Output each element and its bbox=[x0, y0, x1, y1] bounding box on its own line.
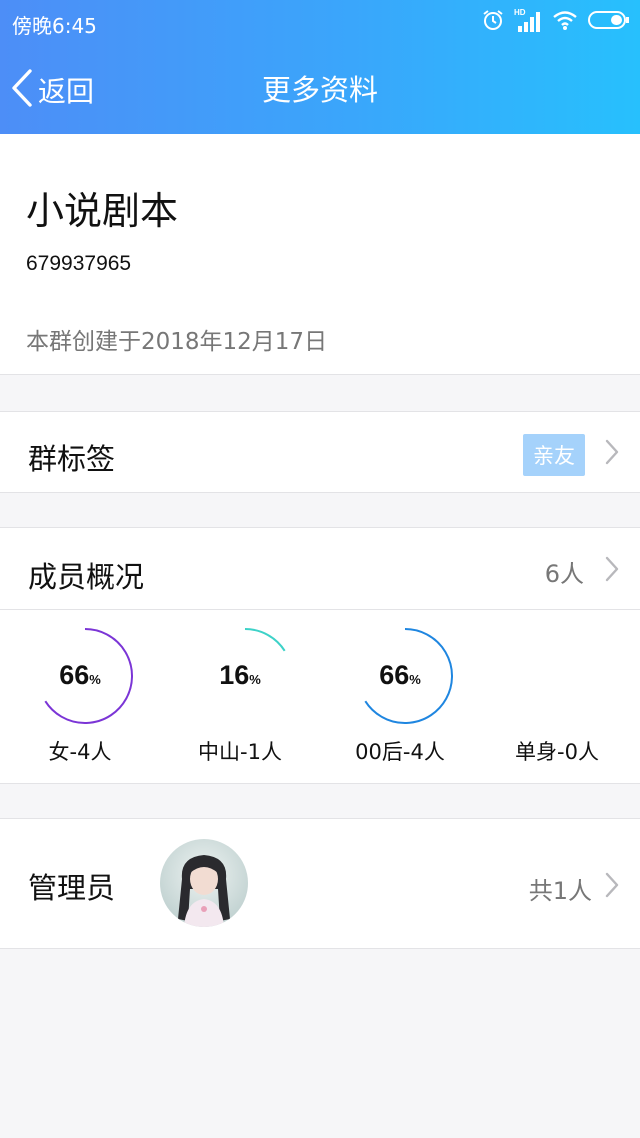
stat-percent-value: 66 bbox=[59, 660, 90, 690]
stat-percent-unit: % bbox=[409, 672, 421, 687]
admin-total: 共1人 bbox=[528, 877, 592, 905]
admin-row[interactable]: 管理员 共1人 bbox=[0, 818, 640, 949]
battery-icon bbox=[588, 9, 630, 35]
group-name: 小说剧本 bbox=[26, 189, 179, 233]
member-stats: 66% 女-4人 16% 中山-1人 66% 00后-4人 单身-0人 bbox=[0, 610, 640, 784]
stat-percent-value: 66 bbox=[379, 660, 410, 690]
status-icons: HD bbox=[482, 8, 630, 35]
stat-percent: 66% bbox=[0, 660, 160, 691]
admin-label: 管理员 bbox=[28, 871, 116, 905]
chevron-right-icon bbox=[604, 438, 620, 470]
group-created-date: 本群创建于2018年12月17日 bbox=[26, 329, 328, 355]
wifi-icon bbox=[552, 9, 578, 35]
stat-label: 中山-1人 bbox=[198, 740, 282, 764]
signal-icon: HD bbox=[514, 8, 542, 33]
page-title: 更多资料 bbox=[261, 73, 378, 107]
group-tags-row[interactable]: 群标签 亲友 bbox=[0, 411, 640, 493]
stat-percent-value: 16 bbox=[219, 660, 250, 690]
member-count: 6人 bbox=[544, 560, 584, 588]
stat-age[interactable]: 66% 00后-4人 bbox=[320, 610, 480, 782]
nav-bar: 返回 更多资料 bbox=[0, 62, 640, 118]
avatar[interactable] bbox=[160, 839, 248, 927]
alarm-icon bbox=[482, 9, 504, 35]
stat-label: 单身-0人 bbox=[515, 740, 599, 764]
top-header: 傍晚6:45 HD 返回 更多资料 bbox=[0, 0, 640, 134]
stat-label: 00后-4人 bbox=[355, 740, 445, 764]
group-id: 679937965 bbox=[26, 252, 132, 275]
chevron-right-icon bbox=[604, 555, 620, 587]
status-time: 傍晚6:45 bbox=[12, 14, 97, 38]
stat-percent-unit: % bbox=[89, 672, 101, 687]
chevron-right-icon bbox=[604, 871, 620, 903]
stat-percent-unit: % bbox=[249, 672, 261, 687]
stat-single[interactable]: 单身-0人 bbox=[477, 610, 637, 782]
group-tags-label: 群标签 bbox=[28, 442, 116, 476]
stat-percent: 66% bbox=[320, 660, 480, 691]
status-bar: 傍晚6:45 HD bbox=[0, 0, 640, 44]
tag-badge: 亲友 bbox=[523, 434, 585, 476]
stat-region[interactable]: 16% 中山-1人 bbox=[160, 610, 320, 782]
group-info-card: 小说剧本 679937965 本群创建于2018年12月17日 bbox=[0, 134, 640, 375]
member-overview-label: 成员概况 bbox=[28, 560, 145, 594]
stat-gender[interactable]: 66% 女-4人 bbox=[0, 610, 160, 782]
member-overview-row[interactable]: 成员概况 6人 bbox=[0, 527, 640, 610]
stat-label: 女-4人 bbox=[48, 740, 112, 764]
stat-percent: 16% bbox=[160, 660, 320, 691]
